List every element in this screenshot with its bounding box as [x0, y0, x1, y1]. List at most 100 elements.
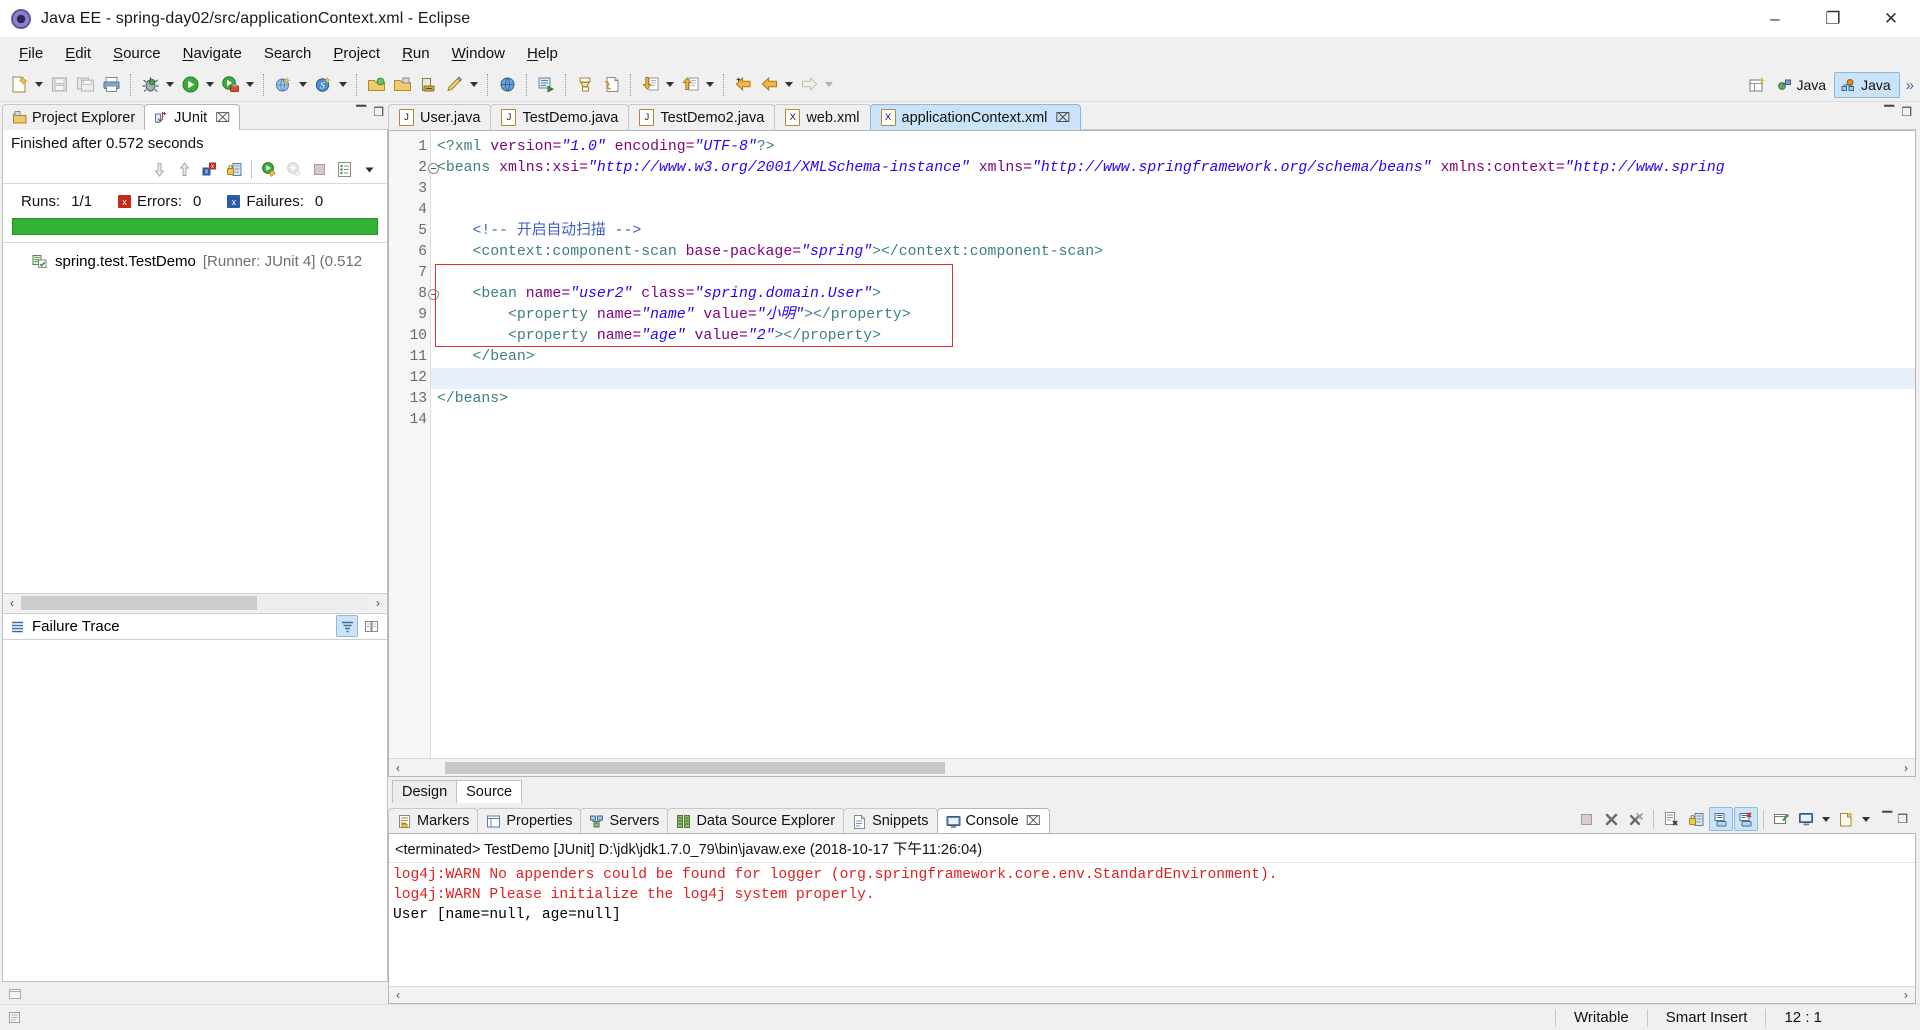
close-button[interactable]: ✕ — [1862, 0, 1920, 37]
next-annotation-icon[interactable] — [637, 72, 663, 98]
maximize-button[interactable]: ❐ — [1804, 0, 1862, 37]
minimize-button[interactable]: – — [1746, 0, 1804, 37]
next-annotation-dropdown-icon[interactable] — [663, 72, 677, 98]
menu-search[interactable]: Search — [253, 41, 323, 66]
java-browsing-icon[interactable] — [533, 72, 559, 98]
search-icon[interactable] — [494, 72, 520, 98]
back-icon[interactable] — [756, 72, 782, 98]
open-perspective-icon[interactable] — [1745, 72, 1771, 98]
menu-navigate[interactable]: Navigate — [172, 41, 253, 66]
minimize-editor-icon[interactable]: ▔ — [1884, 105, 1894, 121]
display-console-dropdown-icon[interactable] — [1819, 806, 1833, 832]
scroll-thumb[interactable] — [445, 761, 945, 774]
java-editor-icon[interactable] — [572, 72, 598, 98]
test-history-icon[interactable] — [332, 157, 356, 181]
maximize-view-icon[interactable]: ❐ — [373, 105, 384, 121]
scroll-left-icon[interactable]: ‹ — [389, 761, 407, 775]
scroll-right-icon[interactable]: › — [369, 596, 387, 610]
scroll-track[interactable] — [407, 989, 1897, 1001]
code-line[interactable] — [437, 179, 1915, 200]
perspective-tab-java[interactable]: Java — [1771, 72, 1835, 98]
compare-result-icon[interactable] — [360, 615, 382, 637]
scroll-left-icon[interactable]: ‹ — [389, 988, 407, 1002]
editor-tab-user-java[interactable]: J User.java — [388, 104, 492, 130]
menu-help[interactable]: Help — [516, 41, 569, 66]
last-edit-location-icon[interactable] — [730, 72, 756, 98]
menu-project[interactable]: Project — [322, 41, 391, 66]
scroll-left-icon[interactable]: ‹ — [3, 596, 21, 610]
minimize-view-icon[interactable]: ▔ — [356, 105, 366, 121]
scroll-track[interactable] — [21, 596, 369, 610]
open-console-icon[interactable] — [1834, 807, 1858, 831]
run-dropdown-icon[interactable] — [203, 72, 217, 98]
debug-dropdown-icon[interactable] — [163, 72, 177, 98]
code-line[interactable]: <?xml version="1.0" encoding="UTF-8"?> — [437, 137, 1915, 158]
code-line[interactable]: </beans> — [437, 389, 1915, 410]
code-line[interactable]: <!-- 开启自动扫描 --> — [437, 221, 1915, 242]
test-result-row[interactable]: spring.test.TestDemo [Runner: JUnit 4] (… — [3, 251, 387, 272]
console-tab-servers[interactable]: Servers — [580, 808, 669, 833]
console-tab-data-source-explorer[interactable]: Data Source Explorer — [667, 808, 845, 833]
code-line[interactable]: <beans xmlns:xsi="http://www.w3.org/2001… — [437, 158, 1915, 179]
code-line[interactable] — [437, 263, 1915, 284]
code-content[interactable]: <?xml version="1.0" encoding="UTF-8"?> <b… — [431, 131, 1915, 758]
menu-file[interactable]: File — [8, 41, 54, 66]
pencil-dropdown-icon[interactable] — [467, 72, 481, 98]
code-line[interactable]: <property name="age" value="2"></propert… — [437, 326, 1915, 347]
previous-annotation-dropdown-icon[interactable] — [703, 72, 717, 98]
code-line[interactable]: <context:component-scan base-package="sp… — [437, 242, 1915, 263]
next-failure-icon[interactable] — [147, 157, 171, 181]
scroll-right-icon[interactable]: › — [1897, 988, 1915, 1002]
print-icon[interactable] — [98, 72, 124, 98]
new-web-project-icon[interactable] — [270, 72, 296, 98]
web-project-dropdown-icon[interactable] — [296, 72, 310, 98]
console-tab-console[interactable]: Console ⌧ — [936, 808, 1050, 833]
view-menu-icon[interactable] — [357, 157, 381, 181]
code-area[interactable]: 1 2 3 4 5 6 7 8 9 10 11 12 13 14 <?xml version="1.0" … — [389, 131, 1915, 758]
pin-console-icon[interactable] — [1769, 807, 1793, 831]
editor-tab-applicationcontext-xml[interactable]: XapplicationContext.xml ⌧ — [869, 104, 1082, 130]
maximize-editor-icon[interactable]: ❐ — [1901, 105, 1912, 121]
editor-tab-testdemo2-java[interactable]: J TestDemo2.java — [628, 104, 776, 130]
minimize-console-icon[interactable]: ▔ — [1882, 811, 1892, 827]
display-console-icon[interactable] — [1794, 807, 1818, 831]
close-icon[interactable]: ⌧ — [215, 110, 230, 126]
run-external-tools-icon[interactable] — [217, 72, 243, 98]
previous-annotation-icon[interactable] — [677, 72, 703, 98]
new-spring-icon[interactable]: S — [310, 72, 336, 98]
back-dropdown-icon[interactable] — [782, 72, 796, 98]
open-resource-icon[interactable] — [415, 72, 441, 98]
pencil-icon[interactable] — [441, 72, 467, 98]
run-external-dropdown-icon[interactable] — [243, 72, 257, 98]
scroll-track[interactable] — [407, 761, 1897, 774]
junit-tree-hscrollbar[interactable]: ‹ › — [3, 592, 387, 613]
new-wizard-dropdown-icon[interactable] — [32, 72, 46, 98]
code-line[interactable] — [437, 410, 1915, 431]
code-line[interactable]: <bean name="user2" class="spring.domain.… — [437, 284, 1915, 305]
scroll-thumb[interactable] — [21, 596, 257, 610]
open-console-dropdown-icon[interactable] — [1859, 806, 1873, 832]
spring-dropdown-icon[interactable] — [336, 72, 350, 98]
clear-console-icon[interactable] — [1659, 807, 1683, 831]
perspective-tab-javaee[interactable]: Java — [1834, 72, 1900, 98]
console-tab-snippets[interactable]: Snippets — [843, 808, 938, 833]
code-line[interactable]: </bean> — [437, 347, 1915, 368]
open-task-icon[interactable] — [389, 72, 415, 98]
new-wizard-icon[interactable] — [6, 72, 32, 98]
perspective-overflow-icon[interactable]: » — [1900, 77, 1920, 94]
rerun-test-icon[interactable] — [257, 157, 281, 181]
editor-hscrollbar[interactable]: ‹ › — [389, 758, 1915, 776]
debug-icon[interactable] — [137, 72, 163, 98]
previous-failure-icon[interactable] — [172, 157, 196, 181]
menu-run[interactable]: Run — [391, 41, 441, 66]
maximize-console-icon[interactable]: ❐ — [1897, 812, 1908, 826]
editor-tab-web-xml[interactable]: Xweb.xml — [774, 104, 871, 130]
run-icon[interactable] — [177, 72, 203, 98]
code-line[interactable] — [431, 368, 1915, 389]
menu-edit[interactable]: Edit — [54, 41, 102, 66]
scroll-right-icon[interactable]: › — [1897, 761, 1915, 775]
close-icon[interactable]: ⌧ — [1026, 813, 1041, 829]
view-tab-project-explorer[interactable]: Project Explorer — [2, 104, 146, 130]
editor-mode-tab-design[interactable]: Design — [392, 780, 458, 803]
show-console-on-output-icon[interactable] — [1709, 807, 1734, 831]
